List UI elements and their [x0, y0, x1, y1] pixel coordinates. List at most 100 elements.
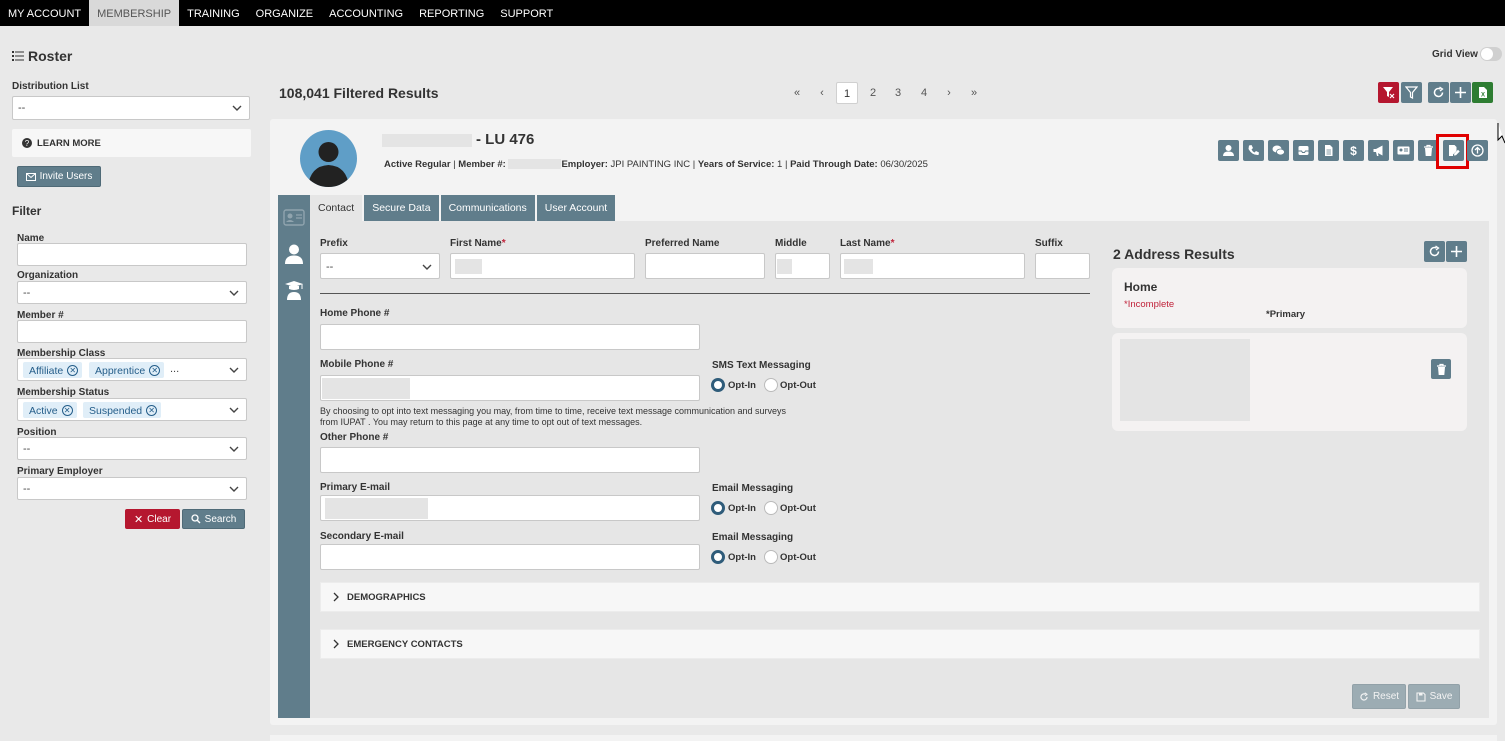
prefix-select[interactable]: -- — [320, 253, 440, 279]
announce-button[interactable] — [1368, 140, 1389, 161]
upload-button[interactable] — [1467, 140, 1488, 161]
sms-opt-in-radio[interactable] — [711, 378, 725, 392]
nav-accounting[interactable]: ACCOUNTING — [321, 0, 411, 26]
remove-chip-icon[interactable]: ✕ — [67, 365, 79, 376]
contact-card-icon[interactable] — [283, 209, 305, 226]
page-3[interactable]: 3 — [887, 82, 909, 104]
plus-icon — [1451, 246, 1462, 257]
clear-filter-button[interactable] — [1378, 82, 1399, 103]
last-page-button[interactable]: » — [963, 82, 985, 104]
first-page-button[interactable]: « — [786, 82, 808, 104]
sms-opt-out-radio[interactable] — [764, 378, 778, 392]
call-button[interactable] — [1243, 140, 1264, 161]
inbox-button[interactable] — [1293, 140, 1314, 161]
invite-users-button[interactable]: Invite Users — [17, 166, 101, 187]
svg-text:?: ? — [25, 139, 30, 148]
page-2[interactable]: 2 — [862, 82, 884, 104]
membership-status-select[interactable]: Active ✕ Suspended ✕ — [17, 398, 247, 421]
chip-apprentice[interactable]: Apprentice ✕ — [89, 362, 165, 378]
position-select[interactable]: -- — [17, 437, 247, 460]
tab-user-account[interactable]: User Account — [536, 195, 616, 221]
member-number-filter-input[interactable] — [17, 320, 247, 343]
primary-email-input[interactable] — [320, 495, 700, 521]
membership-status-label: Membership Status — [17, 387, 110, 398]
home-phone-input[interactable] — [320, 324, 700, 350]
distribution-list-select[interactable]: -- — [12, 96, 250, 120]
reset-button[interactable]: Reset — [1352, 684, 1406, 709]
id-card-button[interactable] — [1393, 140, 1414, 161]
chip-suspended[interactable]: Suspended ✕ — [83, 402, 162, 418]
export-excel-button[interactable]: X — [1472, 82, 1493, 103]
first-name-input[interactable] — [450, 253, 635, 279]
profile-button[interactable] — [1218, 140, 1239, 161]
delete-address-button[interactable] — [1431, 359, 1451, 379]
remove-chip-icon[interactable]: ✕ — [146, 405, 158, 416]
filter-button[interactable] — [1401, 82, 1422, 103]
tab-secure-data[interactable]: Secure Data — [364, 195, 439, 221]
secondary-email-input[interactable] — [320, 544, 700, 570]
id-card-icon — [1397, 146, 1410, 155]
nav-organize[interactable]: ORGANIZE — [248, 0, 321, 26]
question-circle-icon: ? — [22, 138, 32, 148]
dues-button[interactable]: $ — [1343, 140, 1364, 161]
person-section-icon[interactable] — [285, 244, 303, 264]
graduate-section-icon[interactable] — [284, 280, 304, 300]
svg-text:X: X — [1481, 93, 1485, 99]
add-address-button[interactable] — [1446, 241, 1467, 262]
name-filter-input[interactable] — [17, 243, 247, 266]
search-button[interactable]: Search — [182, 509, 245, 529]
add-member-button[interactable] — [1450, 82, 1471, 103]
preferred-name-input[interactable] — [645, 253, 765, 279]
secondary-email-opt-out-radio[interactable] — [764, 550, 778, 564]
tab-contact[interactable]: Contact — [310, 195, 363, 221]
learn-more-link[interactable]: ? LEARN MORE — [12, 129, 251, 157]
secondary-email-opt-out-label: Opt-Out — [780, 552, 816, 563]
section-sidebar — [278, 195, 310, 718]
primary-email-opt-out-radio[interactable] — [764, 501, 778, 515]
primary-email-opt-in-radio[interactable] — [711, 501, 725, 515]
middle-name-input[interactable] — [775, 253, 830, 279]
nav-my-account[interactable]: MY ACCOUNT — [0, 0, 89, 26]
chevron-down-icon — [229, 486, 239, 492]
nav-training[interactable]: TRAINING — [179, 0, 248, 26]
highlight-box — [1436, 134, 1469, 169]
organization-filter-select[interactable]: -- — [17, 281, 247, 304]
remove-chip-icon[interactable]: ✕ — [149, 365, 161, 376]
refresh-addresses-button[interactable] — [1424, 241, 1445, 262]
demographics-accordion[interactable]: DEMOGRAPHICS — [320, 582, 1480, 612]
chip-affiliate[interactable]: Affiliate ✕ — [23, 362, 83, 378]
mobile-phone-input[interactable] — [320, 375, 700, 401]
document-button[interactable] — [1318, 140, 1339, 161]
nav-reporting[interactable]: REPORTING — [411, 0, 492, 26]
nav-membership[interactable]: MEMBERSHIP — [89, 0, 180, 26]
x-icon: ✕ — [133, 513, 144, 526]
other-phone-input[interactable] — [320, 447, 700, 473]
next-page-button[interactable]: › — [938, 82, 960, 104]
prev-page-button[interactable]: ‹ — [811, 82, 833, 104]
address-card-detail[interactable] — [1112, 333, 1467, 431]
search-icon — [191, 514, 201, 524]
address-card-home[interactable]: Home *Incomplete *Primary — [1112, 268, 1467, 328]
chevron-down-icon — [229, 367, 239, 373]
page-1[interactable]: 1 — [836, 82, 858, 104]
grid-view-toggle[interactable] — [1480, 47, 1502, 61]
member-summary-line: Active Regular | Member #: Employer: JPI… — [384, 159, 928, 170]
nav-support[interactable]: SUPPORT — [492, 0, 561, 26]
last-name-input[interactable] — [840, 253, 1025, 279]
save-button[interactable]: Save — [1408, 684, 1460, 709]
filter-title: Filter — [12, 204, 42, 218]
page-4[interactable]: 4 — [913, 82, 935, 104]
primary-employer-select[interactable]: -- — [17, 477, 247, 500]
suffix-input[interactable] — [1035, 253, 1090, 279]
chat-button[interactable] — [1268, 140, 1289, 161]
clear-button[interactable]: ✕ Clear — [125, 509, 180, 529]
refresh-button[interactable] — [1428, 82, 1449, 103]
chip-active[interactable]: Active ✕ — [23, 402, 77, 418]
membership-class-select[interactable]: Affiliate ✕ Apprentice ✕ ... — [17, 358, 247, 381]
tab-communications[interactable]: Communications — [440, 195, 535, 221]
remove-chip-icon[interactable]: ✕ — [61, 405, 73, 416]
address-type: Home — [1124, 280, 1158, 294]
secondary-email-opt-in-radio[interactable] — [711, 550, 725, 564]
emergency-contacts-accordion[interactable]: EMERGENCY CONTACTS — [320, 629, 1480, 659]
document-icon — [1325, 145, 1333, 156]
